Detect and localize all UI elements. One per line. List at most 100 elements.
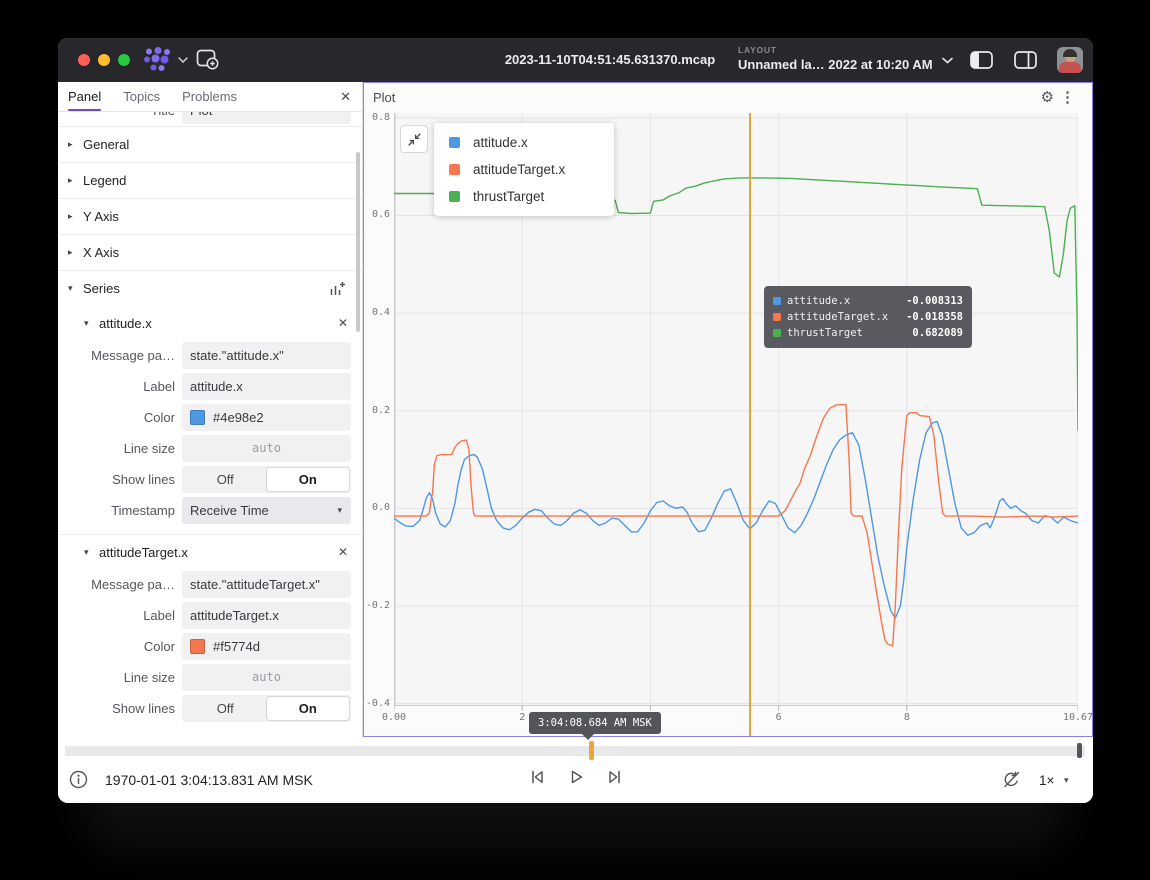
layout-chevron-icon[interactable] xyxy=(942,57,953,64)
avatar[interactable] xyxy=(1057,47,1083,73)
close-sidebar-button[interactable]: ✕ xyxy=(340,89,351,105)
color-label: Color xyxy=(58,402,175,433)
chevron-right-icon: ▸ xyxy=(68,247,83,258)
loop-off-icon xyxy=(1002,770,1021,789)
seek-forward-button[interactable] xyxy=(606,768,624,789)
title-field-input[interactable]: Plot xyxy=(182,112,351,124)
sidebar-tabbar: Panel Topics Problems ✕ xyxy=(58,82,362,112)
playback-bar: 1970-01-01 3:04:13.831 AM MSK xyxy=(58,737,1093,803)
section-general[interactable]: ▸ General xyxy=(58,126,362,162)
chevron-right-icon: ▸ xyxy=(68,211,83,222)
series-color-swatch xyxy=(449,191,460,202)
layout-name: Unnamed la… 2022 at 10:20 AM xyxy=(738,57,933,72)
line-size-label: Line size xyxy=(58,433,175,464)
titlebar: 2023-11-10T04:51:45.631370.mcap LAYOUT U… xyxy=(58,38,1093,82)
chart-plus-icon xyxy=(329,281,346,297)
legend-item[interactable]: thrustTarget xyxy=(434,183,614,210)
label-label: Label xyxy=(58,371,175,402)
show-lines-off[interactable]: Off xyxy=(184,468,267,491)
tooltip-row: attitude.x -0.008313 xyxy=(773,293,963,309)
tab-panel[interactable]: Panel xyxy=(68,82,101,111)
remove-series-button[interactable]: ✕ xyxy=(338,545,348,559)
line-size-label: Line size xyxy=(58,662,175,693)
series-color-swatch xyxy=(773,329,781,337)
seek-hover-tooltip: 3:04:08.684 AM MSK xyxy=(529,712,661,734)
play-button[interactable] xyxy=(567,768,585,789)
legend-item[interactable]: attitude.x xyxy=(434,129,614,156)
seek-backward-button[interactable] xyxy=(528,768,546,789)
series-header[interactable]: ▾ attitudeTarget.x ✕ xyxy=(58,535,362,569)
panel-toolbar: Plot ⚙ ⋮ xyxy=(364,83,1092,112)
message-path-label: Message pa… xyxy=(58,340,175,371)
section-series[interactable]: ▾ Series xyxy=(58,270,362,306)
transport-controls xyxy=(528,768,624,789)
collapse-arrows-icon xyxy=(407,132,422,147)
app-window: 2023-11-10T04:51:45.631370.mcap LAYOUT U… xyxy=(58,38,1093,803)
toggle-right-sidebar-button[interactable] xyxy=(1014,51,1038,69)
color-input[interactable]: #f5774d xyxy=(182,633,351,660)
tooltip-row: thrustTarget 0.682089 xyxy=(773,325,963,341)
series-header[interactable]: ▾ attitude.x ✕ xyxy=(58,306,362,340)
chevron-right-icon: ▸ xyxy=(68,175,83,186)
line-size-input[interactable]: auto xyxy=(182,435,351,462)
section-y-axis[interactable]: ▸ Y Axis xyxy=(58,198,362,234)
message-path-input[interactable]: state."attitudeTarget.x" xyxy=(182,571,351,598)
section-x-axis[interactable]: ▸ X Axis xyxy=(58,234,362,270)
message-path-label: Message pa… xyxy=(58,569,175,600)
current-timestamp: 1970-01-01 3:04:13.831 AM MSK xyxy=(105,772,313,788)
color-hex: #f5774d xyxy=(213,633,260,660)
series-editor-attitude-x: ▾ attitude.x ✕ Message pa… state."attitu… xyxy=(58,306,362,534)
label-input[interactable]: attitude.x xyxy=(182,373,351,400)
show-lines-on[interactable]: On xyxy=(267,697,350,720)
panel-menu-icon[interactable]: ⋮ xyxy=(1060,88,1075,106)
show-lines-on[interactable]: On xyxy=(267,468,350,491)
series-color-swatch xyxy=(773,313,781,321)
tab-topics[interactable]: Topics xyxy=(123,82,160,111)
remove-series-button[interactable]: ✕ xyxy=(338,316,348,330)
chevron-down-icon: ▾ xyxy=(68,283,83,294)
add-series-button[interactable] xyxy=(326,278,348,300)
panel-settings-list: Title Plot ▸ General ▸ Legend ▸ Y Axis ▸… xyxy=(58,112,362,736)
label-label: Label xyxy=(58,600,175,631)
section-legend[interactable]: ▸ Legend xyxy=(58,162,362,198)
recording-info-button[interactable] xyxy=(69,770,88,792)
skip-next-icon xyxy=(606,768,624,786)
close-window-button[interactable] xyxy=(78,54,90,66)
minimize-window-button[interactable] xyxy=(98,54,110,66)
line-size-input[interactable]: auto xyxy=(182,664,351,691)
seek-bar[interactable] xyxy=(65,746,1085,756)
speed-chevron-icon[interactable]: ▾ xyxy=(1064,775,1069,786)
playback-speed[interactable]: 1× xyxy=(1039,773,1054,788)
tab-problems[interactable]: Problems xyxy=(182,82,237,111)
legend: attitude.x attitudeTarget.x thrustTarget xyxy=(434,123,614,216)
layout-label: LAYOUT xyxy=(738,45,933,55)
sidebar-scrollbar[interactable] xyxy=(356,152,360,332)
plot-panel: Plot ⚙ ⋮ 0.80.60.40.20.0-0.2-0.4 0.00246… xyxy=(363,82,1093,737)
loop-playback-button[interactable] xyxy=(1002,770,1021,792)
message-path-input[interactable]: state."attitude.x" xyxy=(182,342,351,369)
show-lines-off[interactable]: Off xyxy=(184,697,267,720)
foxglove-logo-icon[interactable] xyxy=(142,46,174,74)
zoom-window-button[interactable] xyxy=(118,54,130,66)
label-input[interactable]: attitudeTarget.x xyxy=(182,602,351,629)
show-lines-label: Show lines xyxy=(58,693,175,724)
color-input[interactable]: #4e98e2 xyxy=(182,404,351,431)
add-panel-button[interactable] xyxy=(196,49,220,71)
layout-menu[interactable]: LAYOUT Unnamed la… 2022 at 10:20 AM xyxy=(738,45,933,72)
chevron-down-icon: ▾ xyxy=(84,547,99,558)
series-name: attitude.x xyxy=(99,316,152,331)
timestamp-select[interactable]: Receive Time ▾ xyxy=(182,497,351,524)
timestamp-label: Timestamp xyxy=(58,495,175,526)
chevron-down-icon: ▾ xyxy=(84,318,99,329)
legend-item[interactable]: attitudeTarget.x xyxy=(434,156,614,183)
show-lines-label: Show lines xyxy=(58,464,175,495)
app-menu-chevron-icon[interactable] xyxy=(178,57,188,63)
collapse-legend-button[interactable] xyxy=(400,125,428,153)
color-hex: #4e98e2 xyxy=(213,404,264,431)
left-sidebar: Panel Topics Problems ✕ Title Plot ▸ Gen… xyxy=(58,82,363,737)
series-editor-attitude-target-x: ▾ attitudeTarget.x ✕ Message pa… state."… xyxy=(58,535,362,724)
play-icon xyxy=(567,768,585,786)
toggle-left-sidebar-button[interactable] xyxy=(970,51,994,69)
panel-settings-gear-icon[interactable]: ⚙ xyxy=(1041,88,1054,106)
color-label: Color xyxy=(58,631,175,662)
